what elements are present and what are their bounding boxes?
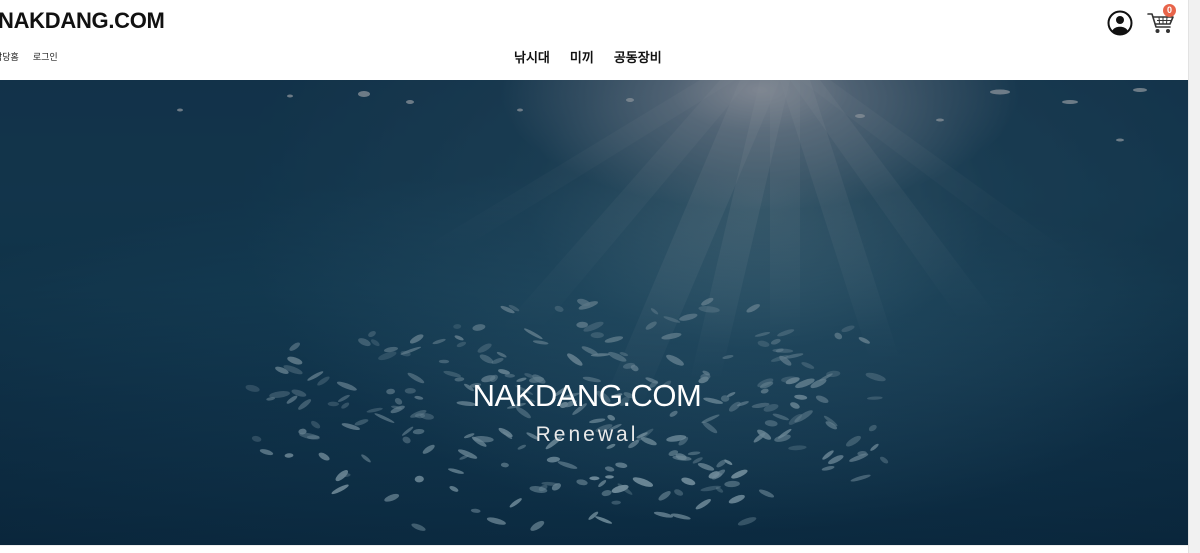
utility-links: 낙당홈 로그인	[0, 50, 58, 63]
site-logo[interactable]: NAKDANG.COM	[0, 8, 165, 34]
hero-title: NAKDANG.COM	[472, 378, 702, 413]
login-link[interactable]: 로그인	[33, 50, 58, 63]
underwater-scene-image	[0, 80, 1188, 545]
nav-item-shared-equipment[interactable]: 공동장비	[614, 47, 662, 66]
nav-item-fishing-rod[interactable]: 낚시대	[514, 47, 550, 66]
user-circle-icon[interactable]	[1107, 10, 1133, 36]
page: NAKDANG.COM 낙당홈 로그인 낚시대 미끼 공동장비 0	[0, 0, 1188, 553]
main-nav: 낚시대 미끼 공동장비	[514, 47, 662, 66]
hero-banner: NAKDANG.COM Renewal	[0, 80, 1188, 545]
cart-count-badge: 0	[1163, 4, 1176, 17]
nav-item-bait[interactable]: 미끼	[570, 47, 594, 66]
site-header: NAKDANG.COM 낙당홈 로그인 낚시대 미끼 공동장비 0	[0, 0, 1188, 80]
scrollbar[interactable]	[1188, 0, 1200, 553]
page-divider	[0, 545, 1188, 553]
hero-subtitle: Renewal	[535, 423, 639, 446]
home-link[interactable]: 낙당홈	[0, 50, 19, 63]
